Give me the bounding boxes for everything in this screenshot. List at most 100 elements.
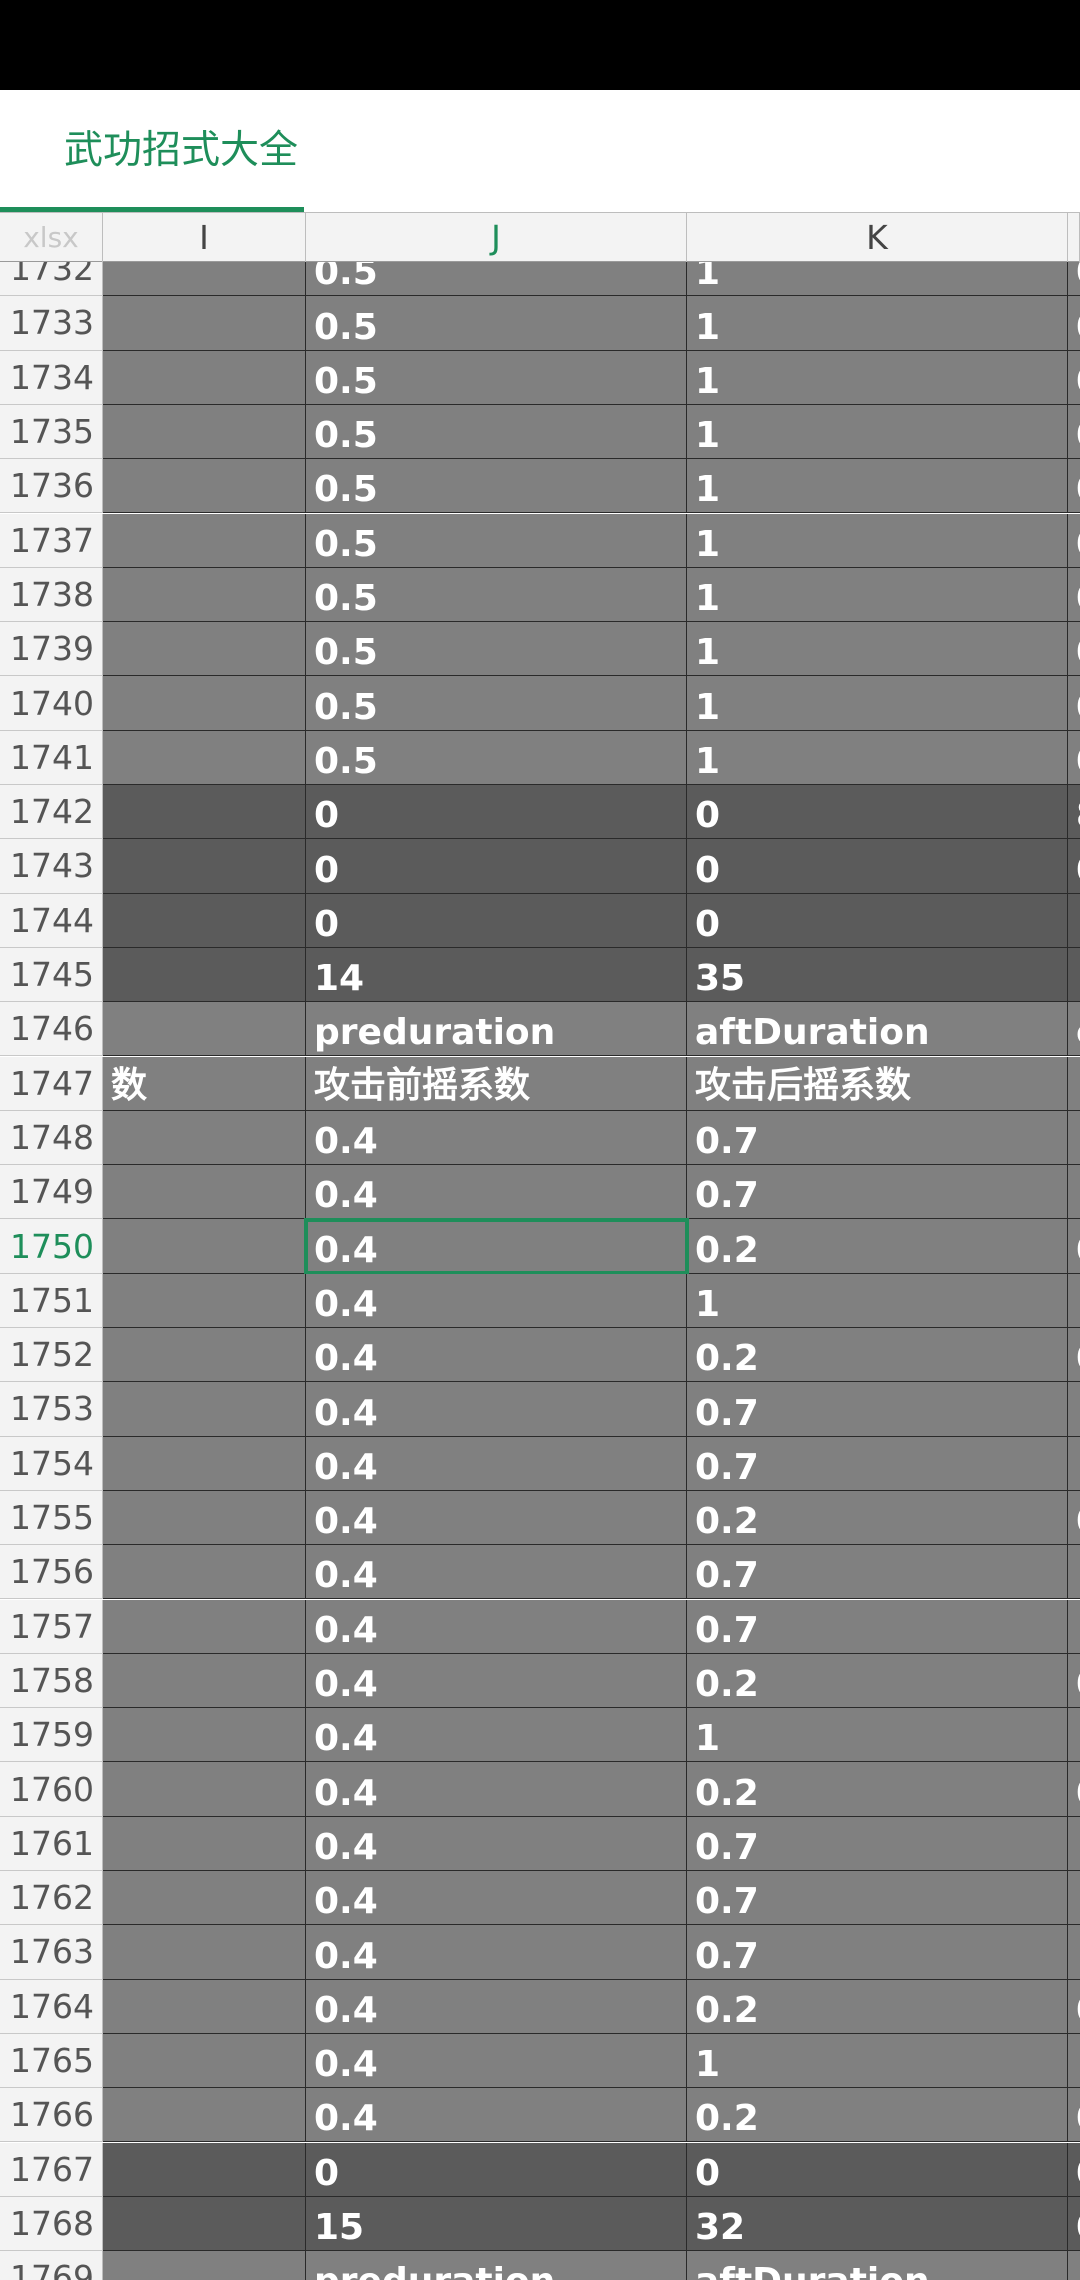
cell-col-k[interactable]: aftDuration <box>687 2251 1068 2280</box>
row-number[interactable]: 1744 <box>0 893 103 948</box>
cell-col-k[interactable]: 1 <box>687 1708 1068 1763</box>
cell-col-k[interactable]: 0.2 <box>687 1328 1068 1383</box>
cell-col-l[interactable]: 0 <box>1068 1219 1080 1274</box>
row-number[interactable]: 1735 <box>0 404 103 460</box>
row-number[interactable]: 1760 <box>0 1762 103 1817</box>
cell-col-j[interactable]: 0.4 <box>306 1328 687 1383</box>
cell-col-l[interactable]: 0 <box>1068 1653 1080 1709</box>
sheet-tab-active[interactable]: 武功招式大全 <box>64 90 298 212</box>
cell-col-k[interactable]: 0.7 <box>687 1816 1068 1871</box>
cell-col-k[interactable]: 0.7 <box>687 1165 1068 1220</box>
cell-col-l[interactable]: 0 <box>1068 262 1080 297</box>
row-number[interactable]: 1733 <box>0 296 103 351</box>
row-number[interactable]: 1734 <box>0 350 103 405</box>
cell-col-k[interactable]: 1 <box>687 350 1068 405</box>
cell-col-i[interactable] <box>103 1490 306 1546</box>
cell-col-k[interactable]: 0 <box>687 893 1068 948</box>
cell-col-k[interactable]: 0 <box>687 785 1068 840</box>
cell-col-k[interactable]: 0 <box>687 839 1068 894</box>
cell-col-k[interactable]: aftDuration <box>687 1002 1068 1057</box>
row-number[interactable]: 1752 <box>0 1328 103 1383</box>
cell-col-l[interactable] <box>1068 1273 1080 1328</box>
cell-col-k[interactable]: 0.2 <box>687 1490 1068 1546</box>
cell-col-l[interactable] <box>1068 1599 1080 1654</box>
row-number[interactable]: 1750 <box>0 1219 103 1274</box>
cell-col-l[interactable]: 0 <box>1068 296 1080 351</box>
cell-col-j[interactable]: 0.5 <box>306 296 687 351</box>
spreadsheet-grid[interactable]: 17320.51017330.51017340.51017350.5101736… <box>0 262 1080 2280</box>
cell-col-i[interactable] <box>103 1762 306 1817</box>
cell-col-l[interactable] <box>1068 1816 1080 1871</box>
cell-col-l[interactable] <box>1068 1436 1080 1491</box>
column-header-k[interactable]: K <box>687 213 1068 262</box>
cell-col-k[interactable]: 0.7 <box>687 1925 1068 1980</box>
cell-col-j[interactable]: 0.4 <box>306 1165 687 1220</box>
cell-col-j[interactable]: 0 <box>306 839 687 894</box>
row-number[interactable]: 1751 <box>0 1273 103 1328</box>
cell-col-l[interactable] <box>1068 2251 1080 2280</box>
cell-col-l[interactable]: 0 <box>1068 2142 1080 2197</box>
row-number[interactable]: 1743 <box>0 839 103 894</box>
cell-col-i[interactable] <box>103 1545 306 1600</box>
cell-col-j[interactable]: 0 <box>306 893 687 948</box>
row-number[interactable]: 1766 <box>0 2088 103 2143</box>
cell-col-i[interactable] <box>103 893 306 948</box>
cell-col-j[interactable]: 0 <box>306 2142 687 2197</box>
cell-col-j[interactable]: 0.5 <box>306 513 687 568</box>
cell-col-l[interactable]: 0 <box>1068 1490 1080 1546</box>
cell-col-j[interactable]: 0.5 <box>306 404 687 460</box>
cell-col-j[interactable]: preduration <box>306 1002 687 1057</box>
cell-col-l[interactable]: 0 <box>1068 459 1080 514</box>
row-number[interactable]: 1759 <box>0 1708 103 1763</box>
cell-col-i[interactable] <box>103 730 306 785</box>
row-number[interactable]: 1748 <box>0 1110 103 1166</box>
cell-col-l[interactable]: 0 <box>1068 839 1080 894</box>
cell-col-k[interactable]: 1 <box>687 2033 1068 2089</box>
cell-col-i[interactable] <box>103 459 306 514</box>
cell-col-j[interactable]: 0.5 <box>306 622 687 677</box>
cell-col-l[interactable]: 0 <box>1068 513 1080 568</box>
cell-col-j[interactable]: 0.4 <box>306 1762 687 1817</box>
cell-col-j[interactable]: 0.4 <box>306 1871 687 1926</box>
row-number[interactable]: 1755 <box>0 1490 103 1546</box>
cell-col-l[interactable] <box>1068 1925 1080 1980</box>
cell-col-i[interactable] <box>103 1273 306 1328</box>
cell-col-k[interactable]: 0.7 <box>687 1382 1068 1437</box>
cell-col-k[interactable]: 1 <box>687 730 1068 785</box>
cell-col-j[interactable]: 0.5 <box>306 262 687 297</box>
cell-col-k[interactable]: 1 <box>687 567 1068 623</box>
cell-col-k[interactable]: 0.2 <box>687 1979 1068 2034</box>
cell-col-l[interactable] <box>1068 1382 1080 1437</box>
cell-col-l[interactable]: 0 <box>1068 1762 1080 1817</box>
cell-col-j[interactable]: 0.4 <box>306 1219 687 1274</box>
row-number[interactable]: 1767 <box>0 2142 103 2197</box>
cell-col-l[interactable]: 1 <box>1068 893 1080 948</box>
cell-col-i[interactable]: 数 <box>103 1056 306 1111</box>
cell-col-j[interactable]: 0.4 <box>306 1110 687 1166</box>
row-number[interactable]: 1739 <box>0 622 103 677</box>
cell-col-k[interactable]: 1 <box>687 676 1068 731</box>
cell-col-k[interactable]: 1 <box>687 262 1068 297</box>
row-number[interactable]: 1753 <box>0 1382 103 1437</box>
cell-col-i[interactable] <box>103 1979 306 2034</box>
column-header-i[interactable]: I <box>103 213 306 262</box>
cell-col-i[interactable] <box>103 622 306 677</box>
cell-col-l[interactable]: 0 <box>1068 350 1080 405</box>
cell-col-j[interactable]: 0.4 <box>306 1816 687 1871</box>
cell-col-i[interactable] <box>103 1925 306 1980</box>
column-header-j[interactable]: J <box>306 213 687 262</box>
cell-col-j[interactable]: 0.5 <box>306 459 687 514</box>
cell-col-j[interactable]: 0 <box>306 785 687 840</box>
cell-col-j[interactable]: 0.4 <box>306 1382 687 1437</box>
row-number[interactable]: 1732 <box>0 262 103 297</box>
cell-col-l[interactable] <box>1068 1871 1080 1926</box>
cell-col-k[interactable]: 1 <box>687 513 1068 568</box>
cell-col-i[interactable] <box>103 676 306 731</box>
row-number[interactable]: 1745 <box>0 947 103 1003</box>
row-number[interactable]: 1736 <box>0 459 103 514</box>
row-number[interactable]: 1742 <box>0 785 103 840</box>
cell-col-l[interactable] <box>1068 1056 1080 1111</box>
corner-cell[interactable]: xlsx <box>0 213 103 262</box>
row-number[interactable]: 1740 <box>0 676 103 731</box>
column-header-l[interactable] <box>1068 213 1080 262</box>
